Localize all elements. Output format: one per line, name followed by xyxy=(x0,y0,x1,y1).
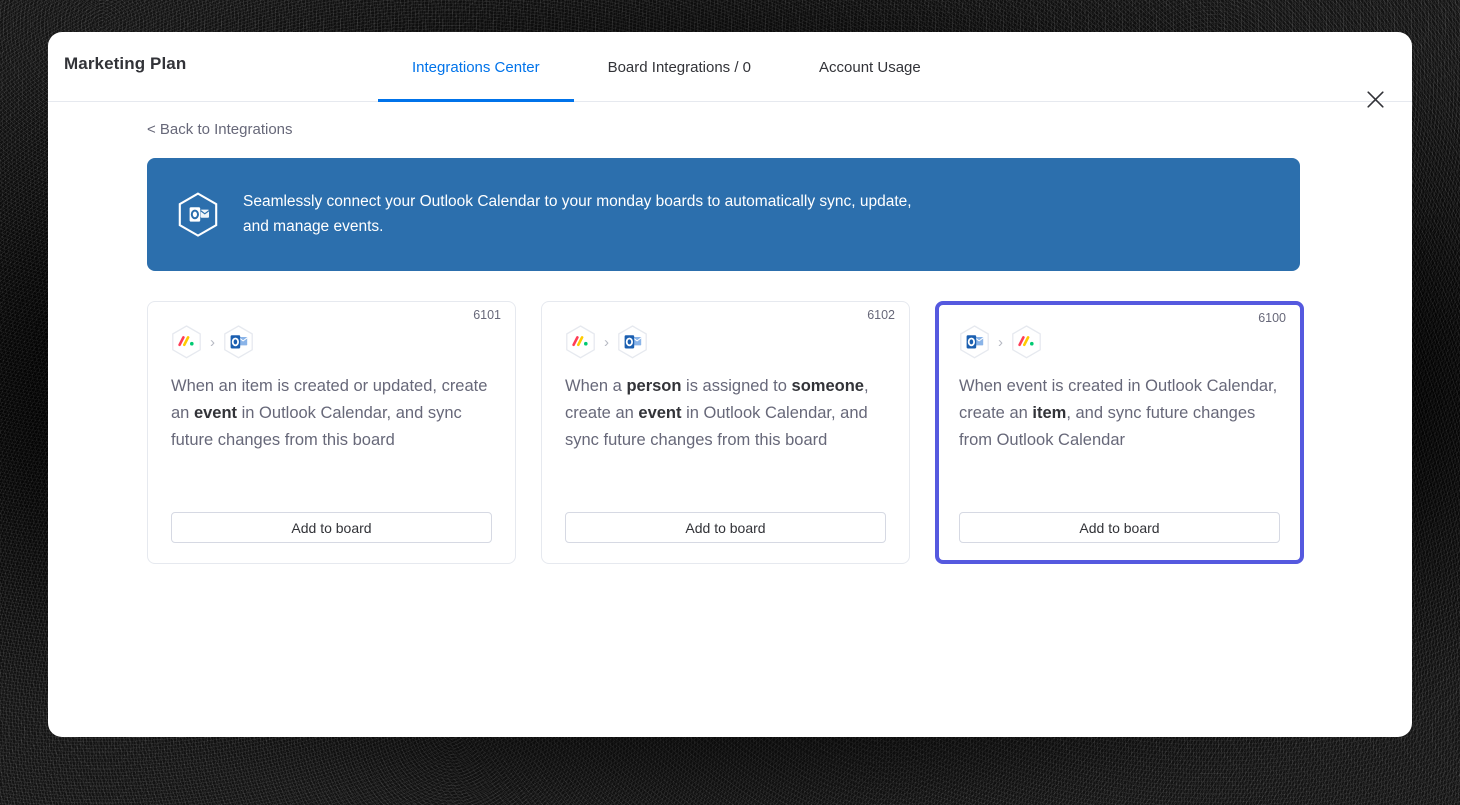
add-to-board-button[interactable]: Add to board xyxy=(565,512,886,543)
monday-logo-icon xyxy=(171,325,202,359)
chevron-right-icon: › xyxy=(604,333,609,351)
outlook-icon xyxy=(223,325,254,359)
chevron-right-icon: › xyxy=(998,333,1003,351)
monday-logo-icon xyxy=(1011,325,1042,359)
recipe-token: event xyxy=(638,403,682,422)
outlook-icon xyxy=(617,325,648,359)
add-to-board-button[interactable]: Add to board xyxy=(171,512,492,543)
tab-board-integrations-0[interactable]: Board Integrations / 0 xyxy=(574,32,785,102)
recipe-text: When a xyxy=(565,377,627,395)
integration-recipes-list: 6101 › When an item is created or update… xyxy=(147,301,1305,564)
recipe-description: When a person is assigned to someone, cr… xyxy=(565,373,886,494)
integration-recipe-card[interactable]: 6100 › When event is created in Outlook … xyxy=(935,301,1304,564)
tab-account-usage[interactable]: Account Usage xyxy=(785,32,955,102)
back-to-integrations-link[interactable]: < Back to Integrations xyxy=(147,121,293,138)
recipe-description: When an item is created or updated, crea… xyxy=(171,373,492,494)
recipe-text: is assigned to xyxy=(681,377,792,395)
add-to-board-button[interactable]: Add to board xyxy=(959,512,1280,543)
monday-logo-icon xyxy=(565,325,596,359)
recipe-token: event xyxy=(193,403,238,422)
outlook-icon xyxy=(959,325,990,359)
recipe-token: item xyxy=(1032,403,1067,422)
recipe-app-icons: › xyxy=(959,325,1280,359)
integrations-modal: Marketing Plan Integrations Center Board … xyxy=(48,32,1412,737)
modal-header: Marketing Plan Integrations Center Board … xyxy=(48,32,1412,108)
integration-recipe-card[interactable]: 6102 › When a person is assigned to some… xyxy=(541,301,910,564)
integration-banner: Seamlessly connect your Outlook Calendar… xyxy=(147,158,1300,271)
page-title: Marketing Plan xyxy=(64,54,187,73)
recipe-id: 6101 xyxy=(473,308,501,322)
tab-bar: Integrations Center Board Integrations / … xyxy=(378,32,955,102)
outlook-hexagon-icon xyxy=(177,191,219,238)
recipe-token: person xyxy=(626,377,682,395)
tab-integrations-center[interactable]: Integrations Center xyxy=(378,32,574,102)
recipe-token: someone xyxy=(791,377,864,395)
recipe-app-icons: › xyxy=(565,325,886,359)
recipe-id: 6102 xyxy=(867,308,895,322)
modal-content: < Back to Integrations Seamlessly connec… xyxy=(48,102,1412,737)
integration-recipe-card[interactable]: 6101 › When an item is created or update… xyxy=(147,301,516,564)
banner-description: Seamlessly connect your Outlook Calendar… xyxy=(243,193,912,235)
recipe-description: When event is created in Outlook Calenda… xyxy=(959,373,1280,498)
chevron-right-icon: › xyxy=(210,333,215,351)
recipe-app-icons: › xyxy=(171,325,492,359)
recipe-id: 6100 xyxy=(1258,311,1286,325)
